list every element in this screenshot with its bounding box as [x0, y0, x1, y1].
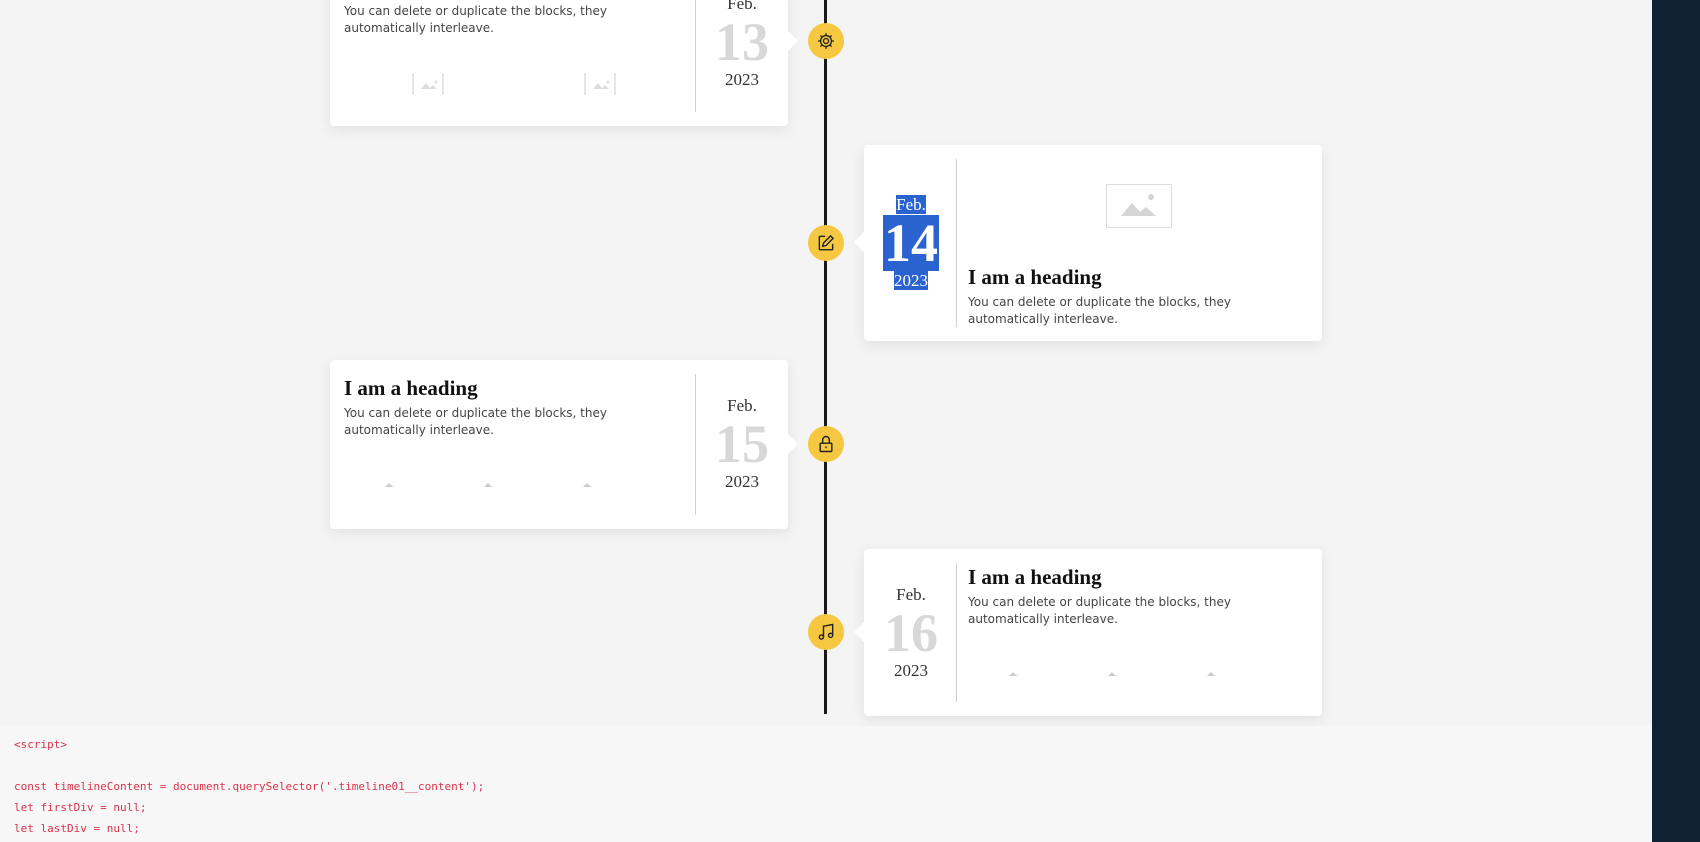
card-date: Feb. 14 2023	[863, 195, 959, 291]
card-divider	[956, 563, 957, 702]
image-placeholder-icon	[1108, 672, 1118, 676]
timeline-node	[808, 225, 844, 261]
code-line: let firstDiv = null;	[14, 801, 147, 814]
card-pointer	[854, 622, 864, 642]
code-view: <script> const timelineContent = documen…	[0, 726, 1652, 842]
timeline-card-feb-13[interactable]: You can delete or duplicate the blocks, …	[330, 0, 788, 126]
date-day: 16	[884, 603, 938, 663]
edit-icon	[818, 234, 835, 251]
timeline-node	[808, 614, 844, 650]
timeline-canvas: You can delete or duplicate the blocks, …	[0, 0, 1652, 726]
card-text: You can delete or duplicate the blocks, …	[344, 406, 607, 437]
date-day: 14	[883, 213, 939, 273]
date-year: 2023	[725, 472, 759, 491]
image-placeholder-icon	[584, 73, 616, 95]
image-placeholder-icon	[1106, 184, 1172, 228]
card-date: Feb. 16 2023	[865, 585, 957, 681]
code-line: let lastDiv = null;	[14, 822, 140, 835]
date-month: Feb.	[896, 585, 926, 604]
card-pointer	[854, 232, 864, 252]
date-year: 2023	[725, 70, 759, 89]
timeline-node	[808, 426, 844, 462]
card-heading: I am a heading	[968, 565, 1102, 589]
card-divider	[956, 159, 957, 327]
code-line: const timelineContent = document.querySe…	[14, 780, 485, 793]
card-text: You can delete or duplicate the blocks, …	[344, 4, 607, 35]
lock-icon	[819, 435, 833, 453]
timeline-card-feb-15[interactable]: I am a heading You can delete or duplica…	[330, 360, 788, 529]
date-day: 13	[715, 12, 769, 72]
image-placeholder-icon	[484, 483, 494, 487]
date-month: Feb.	[727, 396, 757, 415]
card-text: You can delete or duplicate the blocks, …	[968, 595, 1231, 626]
timeline-node	[808, 23, 844, 59]
date-year: 2023	[894, 271, 928, 290]
image-placeholder-icon	[412, 73, 444, 95]
card-pointer	[788, 31, 798, 51]
date-year: 2023	[894, 661, 928, 680]
card-heading: I am a heading	[344, 376, 478, 400]
date-month: Feb.	[896, 195, 926, 214]
image-placeholder-icon	[1009, 672, 1019, 676]
music-icon	[818, 623, 834, 640]
card-date: Feb. 13 2023	[696, 0, 788, 90]
image-placeholder-icon	[1207, 672, 1217, 676]
code-line: <script>	[14, 738, 67, 751]
card-text: You can delete or duplicate the blocks, …	[968, 295, 1231, 326]
timeline-axis	[824, 0, 827, 714]
card-pointer	[788, 434, 798, 454]
date-day: 15	[715, 414, 769, 474]
image-placeholder-icon	[385, 483, 395, 487]
side-panel	[1652, 0, 1700, 842]
image-placeholder-icon	[583, 483, 593, 487]
timeline-card-feb-16[interactable]: Feb. 16 2023 I am a heading You can dele…	[864, 549, 1322, 716]
timeline-card-feb-14[interactable]: Feb. 14 2023 I am a heading You can dele…	[864, 145, 1322, 341]
gear-icon	[818, 33, 834, 49]
card-date: Feb. 15 2023	[696, 396, 788, 492]
card-heading: I am a heading	[968, 265, 1102, 289]
